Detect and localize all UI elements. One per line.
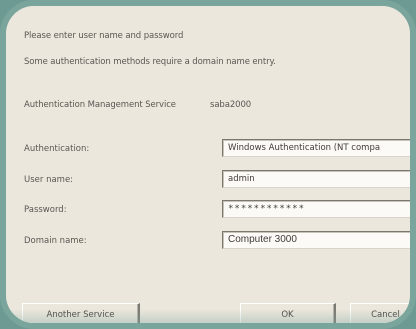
username-label: User name: [24, 175, 74, 185]
another-service-button[interactable]: Another Service [22, 303, 140, 323]
instruction-line-1: Please enter user name and password [24, 31, 184, 41]
instruction-line-2: Some authentication methods require a do… [24, 57, 276, 67]
service-label: Authentication Management Service [24, 100, 176, 110]
username-field[interactable]: admin [222, 170, 410, 188]
dialog-frame: Please enter user name and password Some… [0, 0, 416, 329]
login-dialog: Please enter user name and password Some… [6, 6, 410, 323]
cancel-button[interactable]: Cancel [350, 303, 410, 323]
authentication-label: Authentication: [24, 144, 90, 154]
domain-field[interactable]: Computer 3000 [222, 231, 410, 249]
password-label: Password: [24, 205, 67, 215]
password-field[interactable]: ************ [222, 200, 410, 218]
service-value: saba2000 [210, 100, 252, 110]
ok-button[interactable]: OK [240, 303, 336, 323]
authentication-select[interactable]: Windows Authentication (NT compa [222, 139, 410, 157]
domain-label: Domain name: [24, 236, 87, 246]
